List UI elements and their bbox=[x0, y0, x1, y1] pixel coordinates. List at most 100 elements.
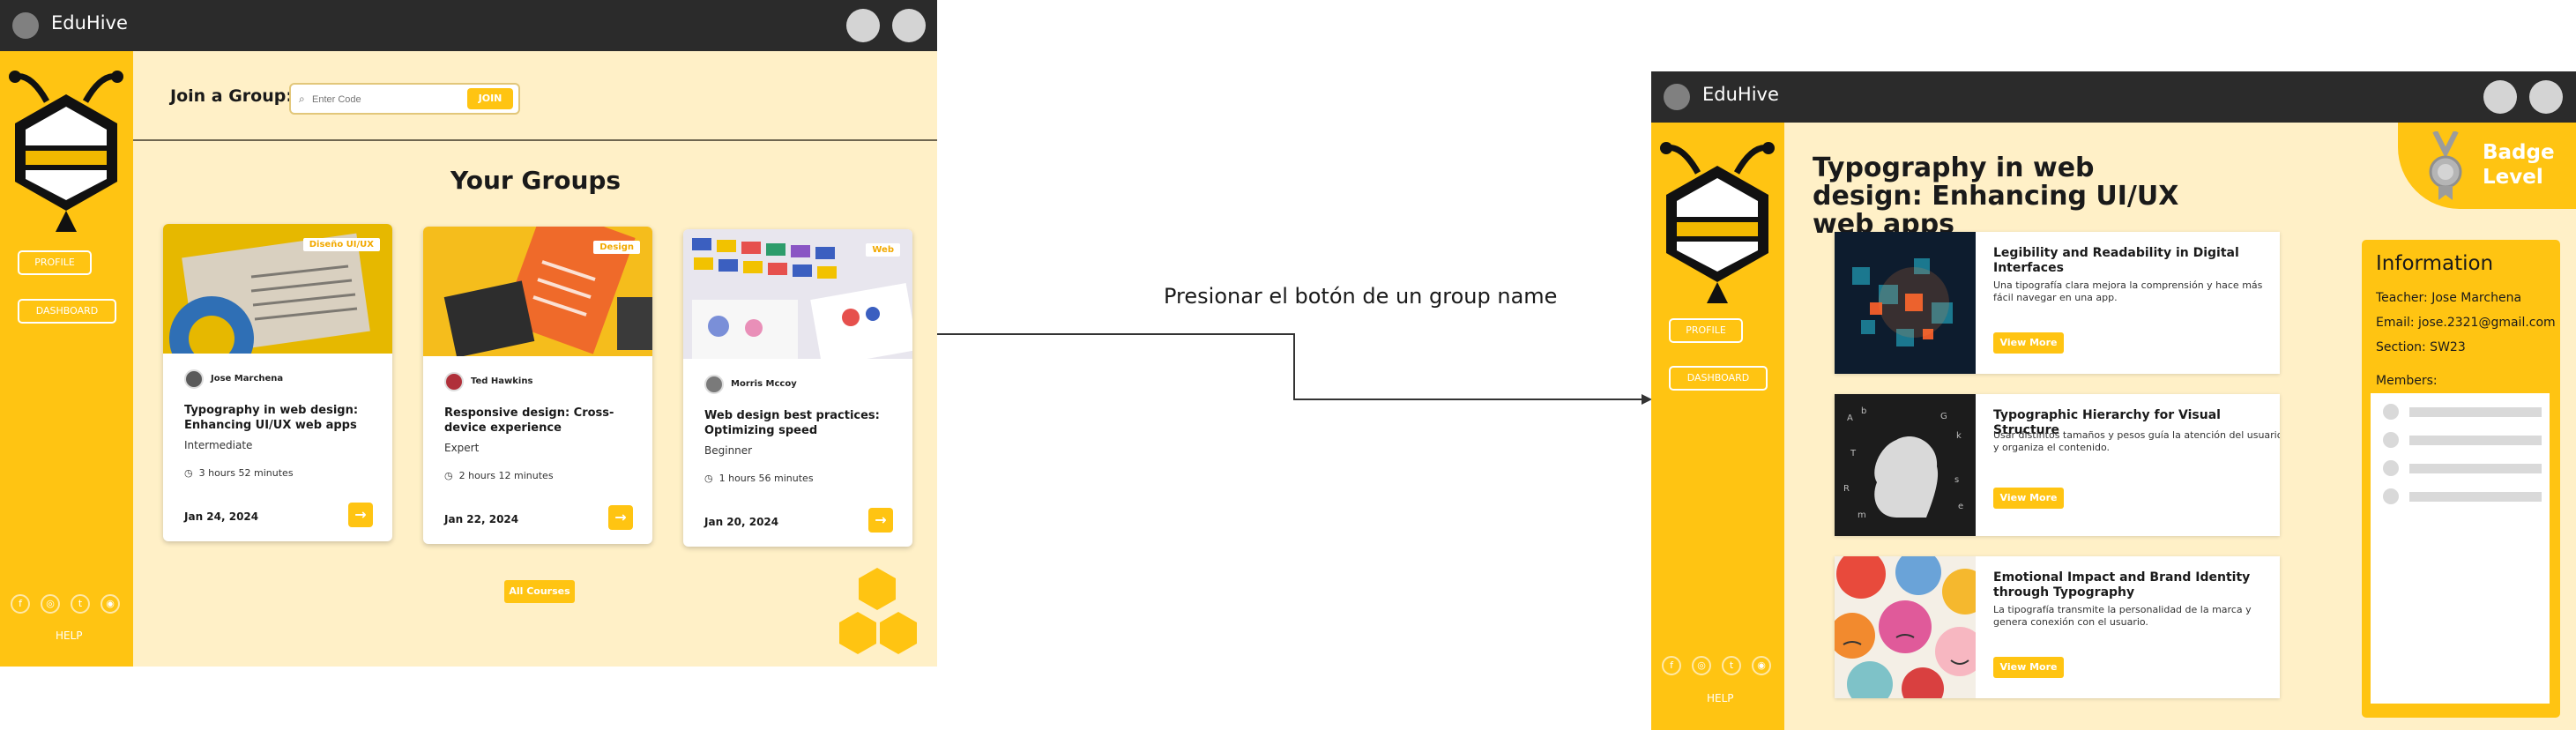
svg-text:b: b bbox=[1861, 406, 1866, 416]
github-icon[interactable]: ◉ bbox=[101, 594, 120, 614]
open-group-button[interactable]: → bbox=[348, 503, 373, 527]
members-label: Members: bbox=[2376, 374, 2438, 388]
bee-logo bbox=[1660, 140, 1775, 308]
view-more-button[interactable]: View More bbox=[1993, 332, 2064, 354]
duration-text: 1 hours 56 minutes bbox=[718, 473, 814, 484]
member-placeholder bbox=[2383, 460, 2550, 476]
profile-button[interactable]: PROFILE bbox=[18, 250, 92, 275]
date: Jan 22, 2024 bbox=[444, 513, 519, 525]
member-placeholder bbox=[2383, 432, 2550, 448]
svg-text:s: s bbox=[1954, 475, 1959, 485]
left-app-window: EduHive PROFILE DASHBOARD f ◎ t ◉ HELP J… bbox=[0, 0, 937, 667]
member-name-placeholder bbox=[2409, 407, 2542, 417]
category-tag: Web bbox=[866, 243, 900, 257]
article-description: Usar distintos tamaños y pesos guía la a… bbox=[1993, 429, 2280, 453]
group-card[interactable]: Web Morris Mccoy Web design best practic… bbox=[683, 229, 912, 547]
your-groups-title: Your Groups bbox=[450, 166, 622, 195]
article-description: Una tipografía clara mejora la comprensi… bbox=[1993, 279, 2263, 303]
group-card[interactable]: Diseño UI/UX Jose Marchena Typography in… bbox=[163, 224, 392, 541]
group-card[interactable]: Design Ted Hawkins Responsive design: Cr… bbox=[423, 227, 652, 544]
clock-icon: ◷ bbox=[444, 470, 453, 481]
article-image: Ab G k T R s e m bbox=[1835, 394, 1976, 536]
group-title: Typography in web design: Enhancing UI/U… bbox=[1813, 153, 2179, 240]
svg-text:G: G bbox=[1940, 412, 1947, 421]
profile-button[interactable]: PROFILE bbox=[1669, 318, 1743, 343]
avatar bbox=[444, 372, 464, 391]
help-link[interactable]: HELP bbox=[1707, 692, 1734, 704]
view-more-button[interactable]: View More bbox=[1993, 488, 2064, 509]
article-card: Legibility and Readability in Digital In… bbox=[1835, 232, 2280, 374]
app-menu-button[interactable] bbox=[1664, 84, 1690, 110]
member-name-placeholder bbox=[2409, 492, 2542, 502]
group-name[interactable]: Typography in web design: Enhancing UI/U… bbox=[184, 403, 369, 433]
honeycomb-decoration bbox=[839, 568, 917, 654]
bee-logo bbox=[9, 69, 123, 236]
group-code-input[interactable] bbox=[310, 92, 481, 108]
dashboard-button[interactable]: DASHBOARD bbox=[1669, 366, 1768, 391]
member-name-placeholder bbox=[2409, 464, 2542, 473]
avatar bbox=[2383, 432, 2399, 448]
main-content: Typography in web design: Enhancing UI/U… bbox=[1784, 123, 2576, 730]
clock-icon: ◷ bbox=[704, 473, 713, 484]
members-list bbox=[2371, 393, 2550, 704]
author-name: Jose Marchena bbox=[211, 374, 284, 384]
teacher-info: Teacher: Jose Marchena bbox=[2376, 291, 2522, 305]
duration: ◷ 1 hours 56 minutes bbox=[704, 473, 814, 484]
member-name-placeholder bbox=[2409, 436, 2542, 445]
dashboard-button[interactable]: DASHBOARD bbox=[18, 299, 116, 324]
article-description: La tipografía transmite la personalidad … bbox=[1993, 604, 2252, 628]
app-menu-button[interactable] bbox=[12, 12, 39, 39]
svg-text:m: m bbox=[1858, 510, 1866, 520]
arrow-right-icon: → bbox=[614, 509, 627, 525]
instagram-icon[interactable]: ◎ bbox=[1692, 656, 1711, 675]
window-close-button[interactable] bbox=[2529, 80, 2563, 114]
sidebar: PROFILE DASHBOARD f ◎ t ◉ HELP bbox=[1651, 123, 1784, 730]
group-name[interactable]: Responsive design: Cross-device experien… bbox=[444, 406, 629, 436]
information-panel: Information Teacher: Jose Marchena Email… bbox=[2362, 240, 2560, 718]
app-title: EduHive bbox=[51, 12, 128, 34]
level-label: Beginner bbox=[704, 444, 753, 457]
open-group-button[interactable]: → bbox=[608, 505, 633, 530]
duration-text: 2 hours 12 minutes bbox=[458, 470, 554, 481]
article-title: Emotional Impact and Brand Identity thro… bbox=[1993, 570, 2251, 600]
arrow-right-icon: → bbox=[875, 511, 887, 528]
join-group-form: ⌕ JOIN bbox=[289, 83, 520, 115]
category-tag: Design bbox=[593, 241, 640, 254]
title-bar: EduHive bbox=[1651, 71, 2576, 123]
window-minimize-button[interactable] bbox=[2483, 80, 2517, 114]
article-title: Legibility and Readability in Digital In… bbox=[1993, 246, 2239, 275]
window-minimize-button[interactable] bbox=[846, 9, 880, 42]
level-label: Intermediate bbox=[184, 439, 253, 451]
help-link[interactable]: HELP bbox=[56, 629, 83, 642]
open-group-button[interactable]: → bbox=[868, 508, 893, 533]
flow-annotation: Presionar el botón de un group name bbox=[1164, 284, 1558, 309]
twitter-icon[interactable]: t bbox=[1722, 656, 1741, 675]
main-content: Join a Group: ⌕ JOIN Your Groups bbox=[133, 51, 937, 667]
facebook-icon[interactable]: f bbox=[1662, 656, 1681, 675]
email-info: Email: jose.2321@gmail.com bbox=[2376, 316, 2556, 330]
svg-text:A: A bbox=[1847, 413, 1853, 423]
instagram-icon[interactable]: ◎ bbox=[41, 594, 60, 614]
article-image bbox=[1835, 556, 1976, 698]
avatar bbox=[2383, 460, 2399, 476]
article-card: AbG kTR sem Typographic Hierarchy for Vi… bbox=[1835, 394, 2280, 536]
member-placeholder bbox=[2383, 488, 2550, 504]
view-more-button[interactable]: View More bbox=[1993, 657, 2064, 678]
right-app-window: EduHive PROFILE DASHBOARD f ◎ t ◉ HELP T… bbox=[1651, 71, 2576, 730]
arrow-right-icon: → bbox=[354, 506, 367, 523]
date: Jan 24, 2024 bbox=[184, 510, 259, 523]
all-courses-button[interactable]: All Courses bbox=[504, 580, 575, 603]
section-info: Section: SW23 bbox=[2376, 340, 2466, 354]
search-icon: ⌕ bbox=[299, 93, 305, 105]
date: Jan 20, 2024 bbox=[704, 516, 779, 528]
facebook-icon[interactable]: f bbox=[11, 594, 30, 614]
header-divider bbox=[133, 139, 937, 141]
window-close-button[interactable] bbox=[892, 9, 926, 42]
join-button[interactable]: JOIN bbox=[467, 88, 513, 109]
medal-icon bbox=[2429, 131, 2462, 200]
article-image bbox=[1835, 232, 1976, 374]
twitter-icon[interactable]: t bbox=[71, 594, 90, 614]
member-placeholder bbox=[2383, 404, 2550, 420]
github-icon[interactable]: ◉ bbox=[1752, 656, 1771, 675]
group-name[interactable]: Web design best practices: Optimizing sp… bbox=[704, 408, 890, 438]
